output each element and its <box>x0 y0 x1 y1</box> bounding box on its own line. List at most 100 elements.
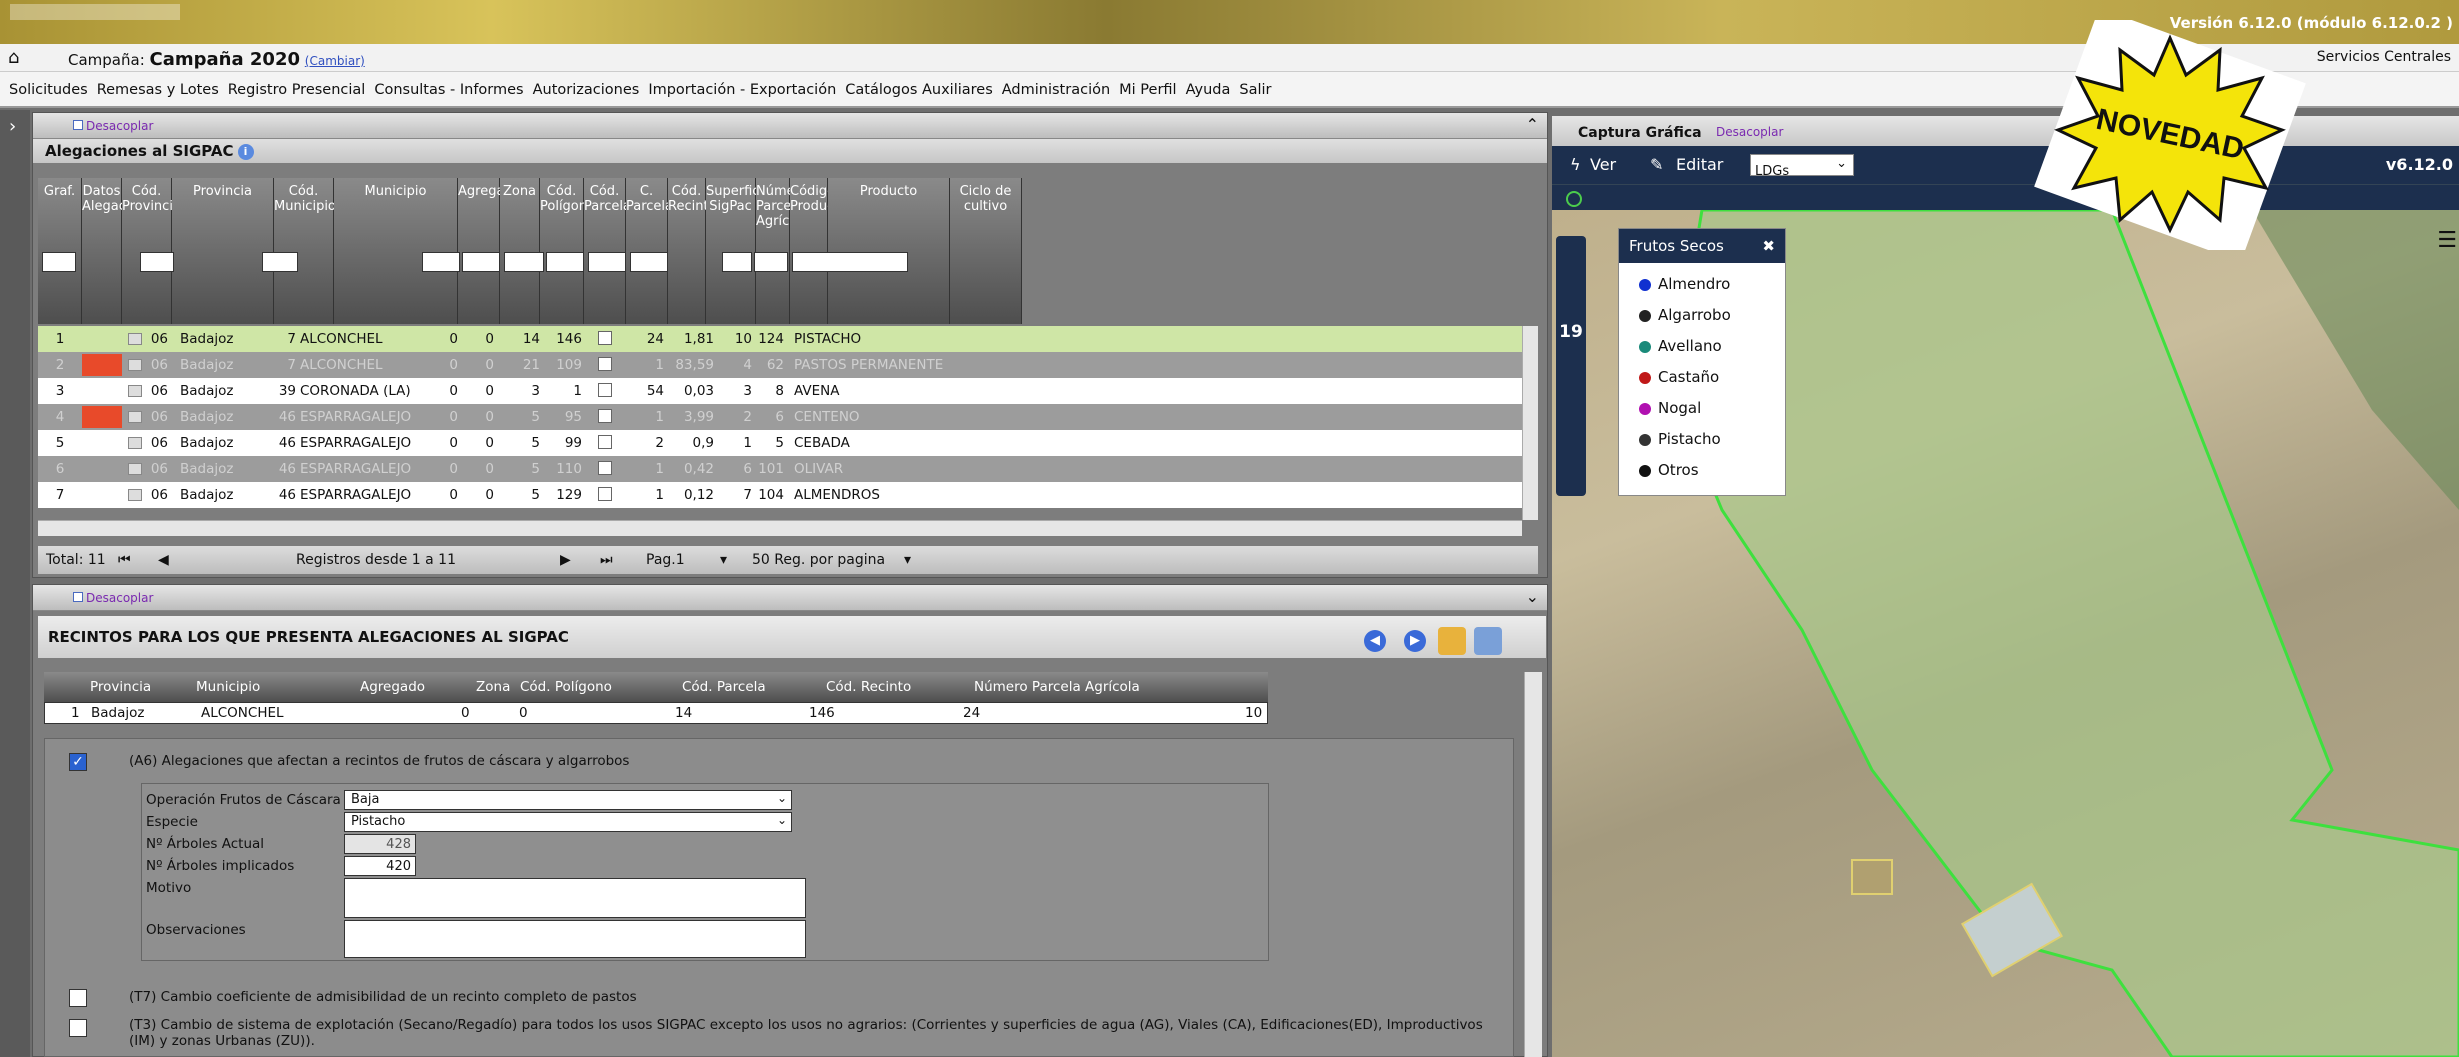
per-page-select[interactable]: 50 Reg. por pagina <box>752 552 885 568</box>
recintos-column-header-5[interactable]: Cód. Parcela <box>682 679 766 695</box>
column-header-9[interactable]: Cód. Parcela <box>584 178 631 324</box>
map-flag-icon[interactable] <box>82 406 122 428</box>
column-header-4[interactable]: Cód. Municipio <box>274 178 336 324</box>
menu-item-4[interactable]: Autorizaciones <box>533 82 640 98</box>
status-circle-icon[interactable] <box>1566 191 1582 207</box>
parcelaria-checkbox[interactable] <box>598 487 612 501</box>
column-header-8[interactable]: Cód. Polígono <box>540 178 595 324</box>
recintos-table-row[interactable]: 1 Badajoz ALCONCHEL 0 0 14 146 24 10 <box>44 702 1268 724</box>
column-filter-input[interactable] <box>262 252 298 272</box>
column-header-10[interactable]: C. Parcelaria <box>626 178 690 324</box>
info-icon[interactable]: i <box>237 143 254 160</box>
menu-item-2[interactable]: Registro Presencial <box>228 82 366 98</box>
column-header-14[interactable]: Código Producto <box>790 178 847 324</box>
home-icon[interactable]: ⌂ <box>8 47 19 68</box>
column-header-3[interactable]: Provincia <box>172 178 274 324</box>
recintos-column-header-2[interactable]: Agregado <box>360 679 425 695</box>
table-row[interactable]: 4 06 Badajoz 46 ESPARRAGALEJO 0 0 5 95 1 3,99 2 6 CEN… <box>38 404 1522 430</box>
column-header-5[interactable]: Municipio <box>334 178 458 324</box>
menu-item-1[interactable]: Remesas y Lotes <box>97 82 219 98</box>
undock-link-3[interactable]: Desacoplar <box>1716 125 1783 139</box>
t7-checkbox[interactable] <box>69 989 87 1007</box>
hamburger-menu-icon[interactable]: ☰ <box>2437 228 2457 253</box>
exit-icon[interactable] <box>1474 627 1502 655</box>
per-page-dropdown-icon[interactable]: ▾ <box>904 552 911 568</box>
next-record-icon[interactable]: ▶ <box>1404 630 1426 652</box>
recintos-column-header-6[interactable]: Cód. Recinto <box>826 679 911 695</box>
arboles-implicados-field[interactable]: 420 <box>344 856 416 876</box>
parcelaria-checkbox[interactable] <box>598 331 612 345</box>
column-filter-input[interactable] <box>722 252 752 272</box>
observaciones-field[interactable] <box>344 920 806 958</box>
column-header-16[interactable]: Ciclo de cultivo <box>950 178 1022 324</box>
especie-select[interactable]: Pistacho ⌄ <box>344 812 792 832</box>
table-row[interactable]: 3 06 Badajoz 39 CORONADA (LA) 0 0 3 1 54 0,03 3 8 AVE… <box>38 378 1522 404</box>
column-header-11[interactable]: Cód. Recinto <box>668 178 717 324</box>
parcelaria-checkbox[interactable] <box>598 435 612 449</box>
column-filter-input[interactable] <box>140 252 174 272</box>
column-header-1[interactable]: Datos Alegaciones <box>82 178 160 324</box>
column-filter-input[interactable] <box>630 252 668 272</box>
menu-item-6[interactable]: Catálogos Auxiliares <box>845 82 993 98</box>
menu-item-5[interactable]: Importación - Exportación <box>648 82 836 98</box>
recintos-column-header-7[interactable]: Número Parcela Agrícola <box>974 679 1140 695</box>
table-row[interactable]: 7 06 Badajoz 46 ESPARRAGALEJO 0 0 5 129 1 0,12 7 104… <box>38 482 1522 508</box>
column-filter-input[interactable] <box>546 252 584 272</box>
column-filter-input[interactable] <box>504 252 544 272</box>
a6-checkbox[interactable]: ✓ <box>69 753 87 771</box>
layer-select[interactable]: LDGs ⌄ <box>1750 154 1854 179</box>
close-icon[interactable]: ✖ <box>1762 237 1775 255</box>
menu-item-10[interactable]: Salir <box>1239 82 1271 98</box>
menu-item-8[interactable]: Mi Perfil <box>1119 82 1176 98</box>
collapse-caret-icon-2[interactable]: ⌄ <box>1526 587 1539 606</box>
table-row[interactable]: 2 06 Badajoz 7 ALCONCHEL 0 0 21 109 1 83,59 4 62 PAST… <box>38 352 1522 378</box>
form-vertical-scrollbar[interactable] <box>1524 672 1542 1057</box>
column-header-0[interactable]: Graf. <box>38 178 82 324</box>
page-select[interactable]: Pag.1 <box>646 552 685 568</box>
prev-page-icon[interactable]: ◀ <box>158 552 169 568</box>
next-page-icon[interactable]: ▶ <box>560 552 571 568</box>
table-row[interactable]: 1 06 Badajoz 7 ALCONCHEL 0 0 14 146 24 1,81 10 124 PI… <box>38 326 1522 352</box>
column-filter-input[interactable] <box>588 252 626 272</box>
parcelaria-checkbox[interactable] <box>598 357 612 371</box>
column-header-13[interactable]: Número Parcela Agrícola <box>756 178 809 324</box>
menu-item-3[interactable]: Consultas - Informes <box>374 82 523 98</box>
page-dropdown-icon[interactable]: ▾ <box>720 552 727 568</box>
column-filter-input[interactable] <box>42 252 76 272</box>
menu-item-7[interactable]: Administración <box>1002 82 1110 98</box>
column-filter-input[interactable] <box>422 252 460 272</box>
ver-button[interactable]: Ver <box>1590 155 1616 174</box>
editar-button[interactable]: Editar <box>1676 155 1723 174</box>
change-campaign-link[interactable]: (Cambiar) <box>305 54 365 68</box>
left-collapse-strip[interactable]: › <box>0 110 30 1057</box>
parcelaria-checkbox[interactable] <box>598 461 612 475</box>
table-row[interactable]: 5 06 Badajoz 46 ESPARRAGALEJO 0 0 5 99 2 0,9 1 5 CEBA… <box>38 430 1522 456</box>
recintos-column-header-3[interactable]: Zona <box>476 679 510 695</box>
parcelaria-checkbox[interactable] <box>598 409 612 423</box>
menu-item-0[interactable]: Solicitudes <box>9 82 88 98</box>
motivo-field[interactable] <box>344 878 806 918</box>
map-flag-icon[interactable] <box>82 354 122 376</box>
column-header-12[interactable]: Superficie SigPac <box>706 178 771 324</box>
column-filter-input[interactable] <box>462 252 500 272</box>
save-icon[interactable] <box>1438 627 1466 655</box>
grid-horizontal-scrollbar[interactable] <box>38 520 1522 536</box>
operacion-select[interactable]: Baja ⌄ <box>344 790 792 810</box>
column-header-7[interactable]: Zona <box>500 178 540 324</box>
column-header-15[interactable]: Producto <box>828 178 950 324</box>
recintos-column-header-4[interactable]: Cód. Polígono <box>520 679 612 695</box>
t3-checkbox[interactable] <box>69 1019 87 1037</box>
first-page-icon[interactable]: ⏮ <box>118 552 131 568</box>
undock-link-2[interactable]: Desacoplar <box>73 591 153 605</box>
parcelaria-checkbox[interactable] <box>598 383 612 397</box>
collapse-caret-icon[interactable]: ⌃ <box>1526 115 1539 134</box>
table-row[interactable]: 6 06 Badajoz 46 ESPARRAGALEJO 0 0 5 110 1 0,42 6 101… <box>38 456 1522 482</box>
undock-link[interactable]: Desacoplar <box>73 119 153 133</box>
last-page-icon[interactable]: ⏭ <box>600 552 613 568</box>
grid-vertical-scrollbar[interactable] <box>1522 326 1538 520</box>
column-filter-input[interactable] <box>754 252 788 272</box>
prev-record-icon[interactable]: ◀ <box>1364 630 1386 652</box>
menu-item-9[interactable]: Ayuda <box>1186 82 1231 98</box>
column-header-6[interactable]: Agregado <box>458 178 521 324</box>
column-filter-input[interactable] <box>792 252 908 272</box>
